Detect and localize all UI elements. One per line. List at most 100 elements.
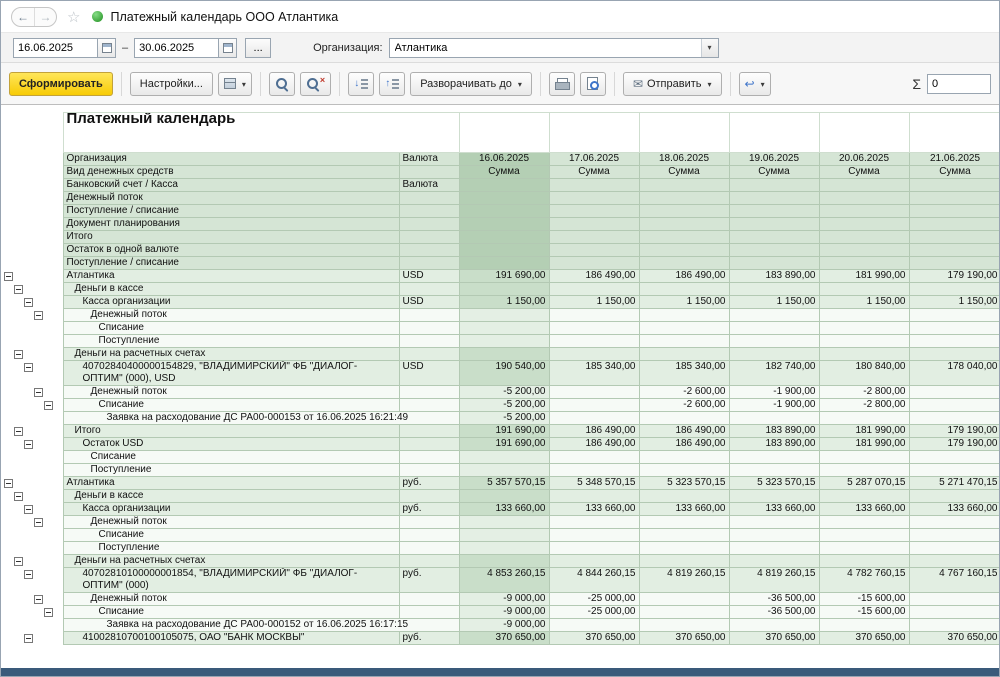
print-preview-button[interactable]: [580, 72, 606, 96]
tree-expander[interactable]: [24, 570, 33, 579]
amount-cell[interactable]: [639, 490, 729, 503]
amount-cell[interactable]: [459, 451, 549, 464]
amount-cell[interactable]: [639, 335, 729, 348]
row-label[interactable]: Денежный поток: [63, 309, 399, 322]
amount-cell[interactable]: 133 660,00: [729, 503, 819, 516]
amount-cell[interactable]: [639, 451, 729, 464]
amount-cell[interactable]: [639, 593, 729, 606]
search-button[interactable]: [269, 72, 295, 96]
row-label[interactable]: Заявка на расходование ДС РА00-000153 от…: [63, 412, 459, 425]
amount-cell[interactable]: 133 660,00: [639, 503, 729, 516]
amount-cell[interactable]: 5 323 570,15: [729, 477, 819, 490]
amount-cell[interactable]: 4 819 260,15: [729, 568, 819, 593]
amount-cell[interactable]: 183 890,00: [729, 438, 819, 451]
amount-cell[interactable]: [639, 464, 729, 477]
amount-cell[interactable]: 4 782 760,15: [819, 568, 909, 593]
row-label[interactable]: 40702810100000001854, "ВЛАДИМИРСКИЙ" ФБ …: [63, 568, 399, 593]
amount-cell[interactable]: 178 040,00: [909, 361, 999, 386]
amount-cell[interactable]: 183 890,00: [729, 270, 819, 283]
row-label[interactable]: Списание: [63, 529, 399, 542]
back-button[interactable]: ←: [12, 8, 34, 26]
amount-cell[interactable]: [639, 516, 729, 529]
row-label[interactable]: Атлантика: [63, 270, 399, 283]
amount-cell[interactable]: [909, 348, 999, 361]
amount-cell[interactable]: -9 000,00: [459, 593, 549, 606]
amount-cell[interactable]: 133 660,00: [549, 503, 639, 516]
amount-cell[interactable]: [909, 412, 999, 425]
date-column-header[interactable]: 21.06.2025: [909, 153, 999, 166]
row-label[interactable]: Поступление: [63, 464, 399, 477]
amount-cell[interactable]: 183 890,00: [729, 425, 819, 438]
date-column-header[interactable]: 16.06.2025: [459, 153, 549, 166]
amount-cell[interactable]: -2 600,00: [639, 386, 729, 399]
amount-cell[interactable]: -9 000,00: [459, 619, 549, 632]
amount-cell[interactable]: [459, 490, 549, 503]
amount-cell[interactable]: 181 990,00: [819, 438, 909, 451]
amount-cell[interactable]: 180 840,00: [819, 361, 909, 386]
amount-cell[interactable]: 181 990,00: [819, 425, 909, 438]
date-column-header[interactable]: 19.06.2025: [729, 153, 819, 166]
tree-expander[interactable]: [34, 595, 43, 604]
amount-cell[interactable]: 1 150,00: [459, 296, 549, 309]
amount-cell[interactable]: [819, 283, 909, 296]
amount-cell[interactable]: [729, 451, 819, 464]
amount-cell[interactable]: 5 348 570,15: [549, 477, 639, 490]
amount-cell[interactable]: 186 490,00: [639, 270, 729, 283]
amount-cell[interactable]: [819, 348, 909, 361]
amount-cell[interactable]: [729, 348, 819, 361]
amount-cell[interactable]: 1 150,00: [909, 296, 999, 309]
amount-cell[interactable]: 370 650,00: [639, 632, 729, 645]
amount-cell[interactable]: [639, 542, 729, 555]
horizontal-scrollbar[interactable]: [1, 668, 999, 676]
amount-cell[interactable]: 4 767 160,15: [909, 568, 999, 593]
amount-cell[interactable]: [909, 593, 999, 606]
amount-cell[interactable]: 370 650,00: [549, 632, 639, 645]
tree-expander[interactable]: [24, 440, 33, 449]
amount-cell[interactable]: [909, 399, 999, 412]
amount-cell[interactable]: [909, 309, 999, 322]
row-label[interactable]: Списание: [63, 451, 399, 464]
report-variant-button[interactable]: [218, 72, 252, 96]
amount-cell[interactable]: [819, 412, 909, 425]
amount-cell[interactable]: [459, 283, 549, 296]
tree-expander[interactable]: [44, 608, 53, 617]
amount-cell[interactable]: -2 600,00: [639, 399, 729, 412]
tree-expander[interactable]: [14, 557, 23, 566]
print-button[interactable]: [549, 72, 575, 96]
amount-cell[interactable]: 1 150,00: [819, 296, 909, 309]
amount-cell[interactable]: [549, 335, 639, 348]
amount-cell[interactable]: [549, 542, 639, 555]
amount-cell[interactable]: [729, 283, 819, 296]
amount-cell[interactable]: [909, 283, 999, 296]
amount-cell[interactable]: [819, 309, 909, 322]
amount-cell[interactable]: 133 660,00: [459, 503, 549, 516]
amount-cell[interactable]: 182 740,00: [729, 361, 819, 386]
organization-input[interactable]: [390, 39, 701, 57]
amount-cell[interactable]: [729, 542, 819, 555]
amount-cell[interactable]: [819, 542, 909, 555]
amount-cell[interactable]: 370 650,00: [459, 632, 549, 645]
amount-cell[interactable]: [549, 309, 639, 322]
row-label[interactable]: Денежный поток: [63, 386, 399, 399]
amount-cell[interactable]: 179 190,00: [909, 438, 999, 451]
amount-cell[interactable]: [459, 335, 549, 348]
amount-cell[interactable]: [909, 490, 999, 503]
amount-cell[interactable]: [549, 283, 639, 296]
row-label[interactable]: Деньги в кассе: [63, 283, 399, 296]
row-label[interactable]: Деньги на расчетных счетах: [63, 348, 399, 361]
amount-cell[interactable]: 5 287 070,15: [819, 477, 909, 490]
amount-cell[interactable]: [549, 529, 639, 542]
amount-cell[interactable]: -1 900,00: [729, 399, 819, 412]
tree-expander[interactable]: [44, 401, 53, 410]
history-button[interactable]: ↩: [739, 72, 771, 96]
amount-cell[interactable]: 370 650,00: [819, 632, 909, 645]
amount-cell[interactable]: [549, 555, 639, 568]
amount-cell[interactable]: [459, 322, 549, 335]
amount-cell[interactable]: 186 490,00: [639, 438, 729, 451]
amount-cell[interactable]: 1 150,00: [729, 296, 819, 309]
amount-cell[interactable]: -36 500,00: [729, 606, 819, 619]
row-label[interactable]: Поступление: [63, 335, 399, 348]
amount-cell[interactable]: [459, 464, 549, 477]
tree-expander[interactable]: [24, 363, 33, 372]
tree-expander[interactable]: [34, 311, 43, 320]
